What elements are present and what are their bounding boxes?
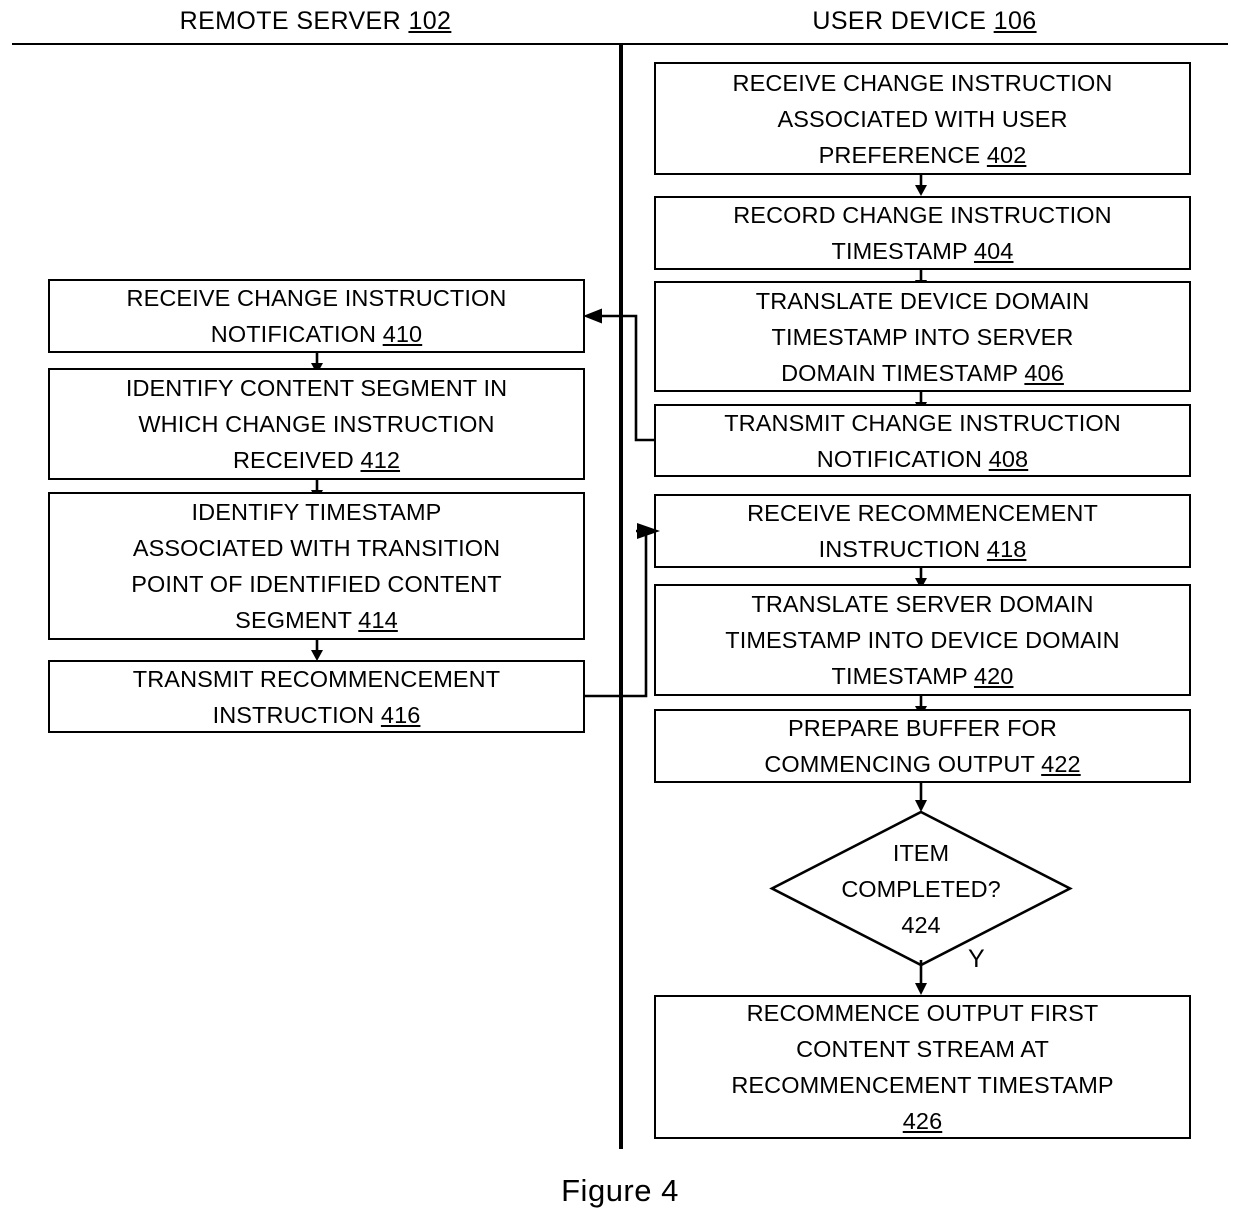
process-node-412: IDENTIFY CONTENT SEGMENT IN WHICH CHANGE…: [48, 368, 585, 480]
connector-408-to-410: [583, 308, 654, 442]
lane-title-remote-server-ref: 102: [408, 7, 452, 35]
patent-figure-4: REMOTE SERVER 102 USER DEVICE 106 RECEIV…: [0, 0, 1240, 1223]
process-node-426-line-3: RECOMMENCEMENT TIMESTAMP: [731, 1072, 1114, 1098]
process-node-422-line-2: COMMENCING OUTPUT: [764, 751, 1035, 777]
process-node-420-line-1: TRANSLATE SERVER DOMAIN: [751, 591, 1094, 617]
process-node-404: RECORD CHANGE INSTRUCTION TIMESTAMP 404: [654, 196, 1191, 270]
process-node-418: RECEIVE RECOMMENCEMENT INSTRUCTION 418: [654, 494, 1191, 568]
process-node-412-line-2: WHICH CHANGE INSTRUCTION: [138, 411, 495, 437]
figure-caption: Figure 4: [0, 1172, 1240, 1210]
process-node-420-line-2: TIMESTAMP INTO DEVICE DOMAIN: [725, 627, 1120, 653]
lane-title-user-device-label: USER DEVICE: [812, 7, 987, 35]
process-node-404-ref: 404: [973, 238, 1014, 264]
process-node-416-line-1: TRANSMIT RECOMMENCEMENT: [132, 665, 501, 692]
process-node-410-line-1: RECEIVE CHANGE INSTRUCTION: [126, 285, 507, 311]
connector-424-to-426: [915, 960, 927, 995]
process-node-414-ref: 414: [358, 607, 398, 633]
process-node-408-line-1: TRANSMIT CHANGE INSTRUCTION: [724, 409, 1121, 436]
process-node-414: IDENTIFY TIMESTAMP ASSOCIATED WITH TRANS…: [48, 492, 585, 640]
lane-title-user-device: USER DEVICE 106: [621, 6, 1228, 36]
decision-node-424: ITEM COMPLETED? 424: [769, 810, 1073, 967]
process-node-414-line-2: ASSOCIATED WITH TRANSITION: [132, 535, 501, 561]
process-node-408-line-2: NOTIFICATION: [816, 445, 983, 472]
connector-422-to-424: [915, 783, 927, 812]
branch-label-yes: Y: [968, 945, 985, 973]
lane-title-user-device-ref: 106: [993, 7, 1037, 35]
process-node-414-line-4: SEGMENT: [235, 607, 352, 633]
process-node-404-line-2: TIMESTAMP: [831, 238, 968, 264]
process-node-420-ref: 420: [973, 663, 1014, 689]
process-node-418-line-2: INSTRUCTION: [818, 536, 981, 562]
process-node-426-ref: 426: [902, 1108, 943, 1134]
process-node-426: RECOMMENCE OUTPUT FIRST CONTENT STREAM A…: [654, 995, 1191, 1139]
process-node-408-ref: 408: [988, 445, 1029, 472]
process-node-408: TRANSMIT CHANGE INSTRUCTION NOTIFICATION…: [654, 404, 1191, 477]
process-node-410-ref: 410: [382, 321, 423, 347]
decision-node-424-shape: [769, 810, 1073, 967]
process-node-402-line-1: RECEIVE CHANGE INSTRUCTION: [732, 69, 1113, 96]
process-node-418-ref: 418: [986, 536, 1027, 562]
process-node-404-line-1: RECORD CHANGE INSTRUCTION: [733, 202, 1112, 228]
process-node-402-line-3: PREFERENCE: [818, 141, 981, 168]
connector-414-to-416: [311, 640, 323, 661]
process-node-402-ref: 402: [986, 141, 1027, 168]
lane-title-remote-server-label: REMOTE SERVER: [179, 7, 402, 35]
connector-416-to-418: [585, 523, 660, 698]
process-node-412-ref: 412: [360, 447, 401, 473]
process-node-422-ref: 422: [1041, 751, 1081, 777]
process-node-426-line-2: CONTENT STREAM AT: [796, 1036, 1049, 1062]
figure-caption-text: Figure 4: [561, 1173, 679, 1208]
process-node-406-line-1: TRANSLATE DEVICE DOMAIN: [755, 287, 1090, 314]
process-node-412-line-1: IDENTIFY CONTENT SEGMENT IN: [125, 375, 508, 401]
process-node-420-line-3: TIMESTAMP: [831, 663, 968, 689]
connector-402-to-404: [915, 175, 927, 196]
process-node-416-line-2: INSTRUCTION: [212, 701, 375, 728]
process-node-402-line-2: ASSOCIATED WITH USER: [777, 105, 1068, 132]
process-node-416: TRANSMIT RECOMMENCEMENT INSTRUCTION 416: [48, 660, 585, 733]
process-node-426-line-1: RECOMMENCE OUTPUT FIRST: [746, 1000, 1099, 1026]
process-node-406-ref: 406: [1024, 359, 1064, 386]
process-node-402: RECEIVE CHANGE INSTRUCTION ASSOCIATED WI…: [654, 62, 1191, 175]
process-node-420: TRANSLATE SERVER DOMAIN TIMESTAMP INTO D…: [654, 584, 1191, 696]
process-node-410: RECEIVE CHANGE INSTRUCTION NOTIFICATION …: [48, 279, 585, 353]
branch-label-yes-text: Y: [968, 945, 985, 973]
process-node-416-ref: 416: [380, 701, 421, 728]
process-node-406-line-3: DOMAIN TIMESTAMP: [781, 359, 1018, 386]
process-node-414-line-1: IDENTIFY TIMESTAMP: [191, 499, 442, 525]
process-node-418-line-1: RECEIVE RECOMMENCEMENT: [747, 500, 1098, 526]
process-node-406: TRANSLATE DEVICE DOMAIN TIMESTAMP INTO S…: [654, 281, 1191, 392]
process-node-412-line-3: RECEIVED: [232, 447, 354, 473]
lane-title-remote-server: REMOTE SERVER 102: [12, 6, 619, 36]
process-node-406-line-2: TIMESTAMP INTO SERVER: [771, 323, 1074, 350]
process-node-422: PREPARE BUFFER FOR COMMENCING OUTPUT 422: [654, 709, 1191, 783]
process-node-410-line-2: NOTIFICATION: [210, 321, 377, 347]
process-node-422-line-1: PREPARE BUFFER FOR: [787, 715, 1058, 741]
process-node-414-line-3: POINT OF IDENTIFIED CONTENT: [131, 571, 502, 597]
